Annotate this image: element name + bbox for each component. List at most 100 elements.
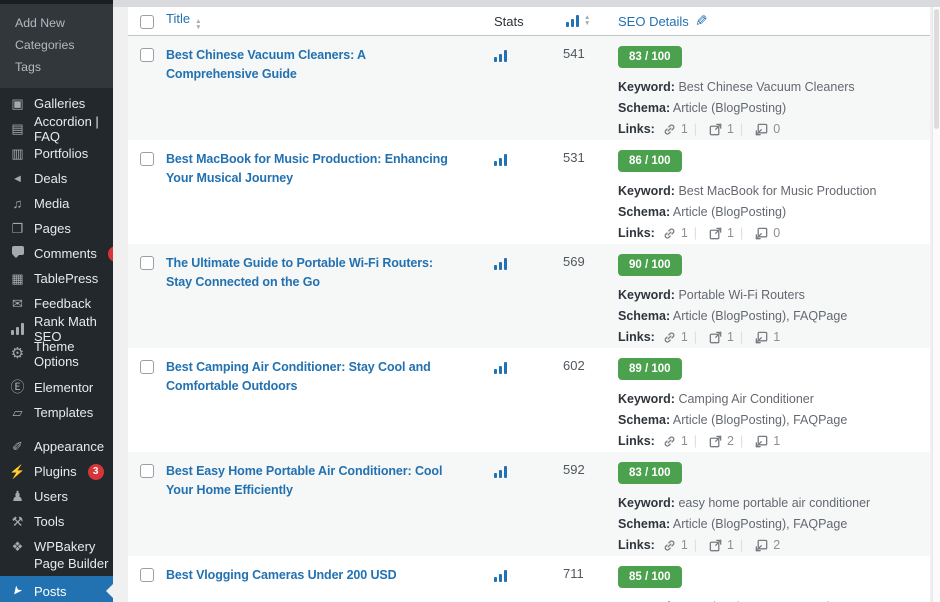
keyword-value: easy home portable air conditioner xyxy=(678,496,870,510)
traffic-count: 541 xyxy=(540,46,618,61)
post-title-link[interactable]: Best Camping Air Conditioner: Stay Cool … xyxy=(166,358,468,396)
seo-score-badge: 83 / 100 xyxy=(618,462,682,484)
sidebar-item-portfolios[interactable]: Portfolios xyxy=(0,141,113,166)
stats-chart-icon[interactable] xyxy=(494,154,507,166)
select-all-checkbox[interactable] xyxy=(140,15,154,29)
title-sort-icon[interactable] xyxy=(195,19,201,31)
schema-label: Schema: xyxy=(618,101,670,115)
sidebar-item-label: Media xyxy=(27,196,73,211)
sidebar-item-media[interactable]: Media xyxy=(0,191,113,216)
sidebar-item-tools[interactable]: Tools xyxy=(0,509,113,534)
sidebar-subitem-add-new[interactable]: Add New xyxy=(0,12,113,34)
sidebar-item-label: Feedback xyxy=(27,296,95,311)
stats-chart-icon[interactable] xyxy=(494,258,507,270)
sidebar-item-users[interactable]: Users xyxy=(0,484,113,509)
row-checkbox[interactable] xyxy=(140,152,154,166)
external-links-icon xyxy=(708,122,723,137)
sidebar-item-feedback[interactable]: Feedback xyxy=(0,291,113,316)
sidebar-item-appearance[interactable]: Appearance xyxy=(0,434,113,459)
traffic-count: 531 xyxy=(540,150,618,165)
separator: | xyxy=(694,119,697,140)
sidebar-item-pages[interactable]: Pages xyxy=(0,216,113,241)
admin-sidebar: Add New Categories Tags Galleries Accord… xyxy=(0,0,113,602)
table-row: Best MacBook for Music Production: Enhan… xyxy=(128,140,930,244)
row-checkbox[interactable] xyxy=(140,360,154,374)
row-checkbox[interactable] xyxy=(140,48,154,62)
external-links-count: 1 xyxy=(727,223,734,244)
sidebar-subitem-categories[interactable]: Categories xyxy=(0,34,113,56)
separator: | xyxy=(740,327,743,348)
keyword-value: Best Chinese Vacuum Cleaners xyxy=(678,80,854,94)
incoming-links-icon xyxy=(754,330,769,345)
galleries-icon xyxy=(8,97,27,111)
post-title-link[interactable]: Best Vlogging Cameras Under 200 USD xyxy=(166,566,411,585)
links-label: Links: xyxy=(618,119,655,140)
sidebar-item-label: TablePress xyxy=(27,271,102,286)
sidebar-item-label: Users xyxy=(27,489,72,504)
schema-value: Article (BlogPosting), FAQPage xyxy=(673,517,847,531)
sidebar-item-label: Templates xyxy=(27,405,97,420)
row-checkbox[interactable] xyxy=(140,256,154,270)
sidebar-item-comments[interactable]: Comments 3 xyxy=(0,241,113,266)
rank-math-icon xyxy=(8,323,27,335)
sidebar-item-label: Theme Options xyxy=(27,339,113,369)
sidebar-item-label: Posts xyxy=(27,584,71,599)
sidebar-item-galleries[interactable]: Galleries xyxy=(0,91,113,116)
internal-links-count: 1 xyxy=(681,535,688,556)
posts-table-header: Title Stats SEO Details xyxy=(128,7,930,36)
sidebar-item-wpbakery-page-builder[interactable]: WPBakery Page Builder xyxy=(0,534,113,576)
stats-chart-icon[interactable] xyxy=(494,466,507,478)
sidebar-item-tablepress[interactable]: TablePress xyxy=(0,266,113,291)
incoming-links-icon xyxy=(754,122,769,137)
sidebar-item-plugins[interactable]: Plugins 3 xyxy=(0,459,113,484)
seo-details-column-header[interactable]: SEO Details xyxy=(618,14,689,29)
stats-chart-icon[interactable] xyxy=(494,362,507,374)
sidebar-item-elementor[interactable]: Elementor xyxy=(0,375,113,400)
incoming-links-count: 1 xyxy=(773,327,780,348)
stats-chart-icon[interactable] xyxy=(494,570,507,582)
posts-table: Title Stats SEO Details Best Chinese Vac… xyxy=(128,7,930,602)
sidebar-item-theme-options[interactable]: Theme Options xyxy=(0,341,113,366)
sidebar-item-posts[interactable]: Posts xyxy=(0,576,113,602)
post-title-link[interactable]: Best Easy Home Portable Air Conditioner:… xyxy=(166,462,468,500)
external-links-count: 1 xyxy=(727,119,734,140)
schema-label: Schema: xyxy=(618,517,670,531)
media-icon xyxy=(8,197,27,211)
stats-column-header: Stats xyxy=(468,14,540,29)
internal-links-icon xyxy=(662,434,677,449)
internal-links-icon xyxy=(662,122,677,137)
users-icon xyxy=(8,489,27,504)
sidebar-item-rank-math-seo[interactable]: Rank Math SEO xyxy=(0,316,113,341)
sidebar-item-label: Galleries xyxy=(27,96,89,111)
sidebar-subitem-tags[interactable]: Tags xyxy=(0,56,113,78)
traffic-column-chart-icon[interactable] xyxy=(566,15,579,27)
scrollbar-thumb[interactable] xyxy=(934,9,939,129)
vertical-scrollbar[interactable] xyxy=(932,7,940,602)
incoming-links-icon xyxy=(754,538,769,553)
keyword-value: Portable Wi-Fi Routers xyxy=(678,288,804,302)
post-title-link[interactable]: The Ultimate Guide to Portable Wi-Fi Rou… xyxy=(166,254,468,292)
post-title-link[interactable]: Best MacBook for Music Production: Enhan… xyxy=(166,150,468,188)
seo-score-badge: 86 / 100 xyxy=(618,150,682,172)
edit-pencil-icon[interactable] xyxy=(695,12,708,30)
sidebar-item-deals[interactable]: Deals xyxy=(0,166,113,191)
stats-chart-icon[interactable] xyxy=(494,50,507,62)
separator: | xyxy=(740,431,743,452)
sidebar-item-templates[interactable]: Templates xyxy=(0,400,113,425)
table-row: Best Camping Air Conditioner: Stay Cool … xyxy=(128,348,930,452)
row-checkbox[interactable] xyxy=(140,568,154,582)
separator: | xyxy=(694,431,697,452)
post-title-link[interactable]: Best Chinese Vacuum Cleaners: A Comprehe… xyxy=(166,46,468,84)
row-checkbox[interactable] xyxy=(140,464,154,478)
schema-label: Schema: xyxy=(618,413,670,427)
table-row: Best Chinese Vacuum Cleaners: A Comprehe… xyxy=(128,36,930,140)
schema-label: Schema: xyxy=(618,309,670,323)
table-row: The Ultimate Guide to Portable Wi-Fi Rou… xyxy=(128,244,930,348)
external-links-icon xyxy=(708,538,723,553)
sidebar-item-accordion-faq[interactable]: Accordion | FAQ xyxy=(0,116,113,141)
title-column-header[interactable]: Title xyxy=(166,11,190,26)
keyword-value: Best MacBook for Music Production xyxy=(678,184,876,198)
templates-icon xyxy=(8,406,27,420)
traffic-sort-icon[interactable] xyxy=(584,15,590,27)
external-links-icon xyxy=(708,226,723,241)
